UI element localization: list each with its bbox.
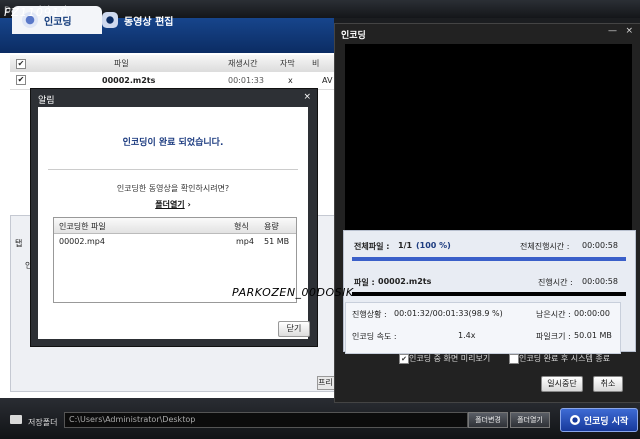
alert-titlebar: 알림 × <box>31 89 317 107</box>
select-all-checkbox[interactable]: ✔ <box>16 59 26 69</box>
file-label: 파일 : <box>354 278 375 287</box>
total-percent: (100 %) <box>416 241 451 250</box>
filesize-label: 파일크기 : <box>536 332 571 341</box>
col-encoded-file: 인코딩한 파일 <box>59 222 106 231</box>
alert-dialog: 알림 × 인코딩이 완료 되었습니다. 인코딩한 동영상을 확인하시려면? 폴더… <box>30 88 318 347</box>
preview-option-label: 인코딩 중 화면 미리보기 <box>409 354 491 363</box>
alert-question: 인코딩한 동영상을 확인하시려면? <box>116 184 230 193</box>
encoding-window: 인코딩 — × 전체파일 : 1/1 (100 %) 전체진행시간 : 00:0… <box>334 23 640 403</box>
start-encoding-label: 인코딩 시작 <box>583 416 629 427</box>
alert-title: 알림 <box>38 96 55 106</box>
total-files-value: 1/1 <box>398 241 413 250</box>
shutdown-option-label: 인코딩 완료 후 시스템 종료 <box>519 354 611 363</box>
total-time-value: 00:00:58 <box>582 241 618 250</box>
result-file[interactable]: 00002.mp4 <box>59 237 105 246</box>
remaining-value: 00:00:00 <box>574 309 610 318</box>
watermark-id: FZ110910 <box>4 6 68 19</box>
filesize-value: 50.01 MB <box>574 331 612 340</box>
alert-message: 인코딩이 완료 되었습니다. <box>122 138 224 148</box>
lower-panel-tab-label[interactable]: 탭 <box>15 238 22 249</box>
file-time-value: 00:00:58 <box>582 277 618 286</box>
speed-label: 인코딩 속도 : <box>352 332 397 341</box>
col-subtitle: 자막 <box>280 59 295 68</box>
row-file: 00002.m2ts <box>102 76 156 85</box>
encoding-icon <box>569 415 580 425</box>
cancel-button[interactable]: 취소 <box>593 376 623 392</box>
row-checkbox[interactable]: ✔ <box>16 75 26 85</box>
options-row: ✔ 인코딩 중 화면 미리보기 인코딩 완료 후 시스템 종료 <box>395 350 640 366</box>
open-folder-link-label: 폴더열기 <box>155 200 185 209</box>
result-table-header: 인코딩한 파일 형식 용량 <box>54 218 296 234</box>
alert-close-icon[interactable]: × <box>303 92 311 102</box>
file-table-header: ✔ 파일 재생시간 자막 비 <box>10 55 334 73</box>
close-icon[interactable]: × <box>625 26 633 36</box>
col-format: 형식 <box>234 222 249 231</box>
alert-content: 인코딩이 완료 되었습니다. 인코딩한 동영상을 확인하시려면? 폴더열기 › … <box>38 107 310 339</box>
result-format: mp4 <box>236 237 254 246</box>
total-progress-bar <box>352 257 626 261</box>
status-label: 진행상황 : <box>352 310 387 319</box>
result-size: 51 MB <box>264 237 290 246</box>
remaining-label: 남은시간 : <box>536 310 571 319</box>
col-extra: 비 <box>312 59 320 68</box>
tab-video-edit-label: 동영상 편집 <box>124 16 174 28</box>
row-subtitle: x <box>288 76 293 85</box>
folder-icon <box>10 415 22 424</box>
encoding-title: 인코딩 <box>341 31 366 41</box>
speed-value: 1.4x <box>458 331 476 340</box>
shutdown-checkbox[interactable] <box>509 354 519 364</box>
save-path-input[interactable]: C:\Users\Administrator\Desktop <box>64 412 468 428</box>
open-folder-link[interactable]: 폴더열기 › <box>38 199 308 210</box>
open-folder-button[interactable]: 폴더열기 <box>510 412 550 428</box>
file-value: 00002.m2ts <box>378 277 432 286</box>
total-time-label: 전체진행시간 : <box>520 242 570 251</box>
divider <box>48 169 298 170</box>
close-button[interactable]: 닫기 <box>278 321 310 337</box>
row-extra: AV <box>322 76 333 85</box>
file-time-label: 진행시간 : <box>538 278 573 287</box>
change-folder-button[interactable]: 폴더변경 <box>468 412 508 428</box>
minimize-icon[interactable]: — <box>608 26 617 36</box>
tab-video-edit[interactable]: 동영상 편집 <box>92 6 212 34</box>
file-progress-bar <box>352 292 626 296</box>
encoding-stats: 진행상황 : 00:01:32/00:01:33(98.9 %) 남은시간 : … <box>345 302 621 354</box>
video-preview <box>345 44 632 244</box>
total-files-label: 전체파일 : <box>354 242 390 251</box>
watermark-name: PARKOZEN_00DOSIK <box>232 286 354 299</box>
row-duration: 00:01:33 <box>228 76 264 85</box>
pause-button[interactable]: 일시중단 <box>541 376 583 392</box>
col-size: 용량 <box>264 222 279 231</box>
col-file: 파일 <box>114 59 129 68</box>
start-encoding-button[interactable]: 인코딩 시작 <box>560 408 638 432</box>
status-value: 00:01:32/00:01:33(98.9 %) <box>394 309 503 318</box>
preview-checkbox[interactable]: ✔ <box>399 354 409 364</box>
gear-icon <box>102 12 118 28</box>
col-duration: 재생시간 <box>228 59 258 68</box>
save-folder-label: 저장폴더 <box>28 418 58 427</box>
